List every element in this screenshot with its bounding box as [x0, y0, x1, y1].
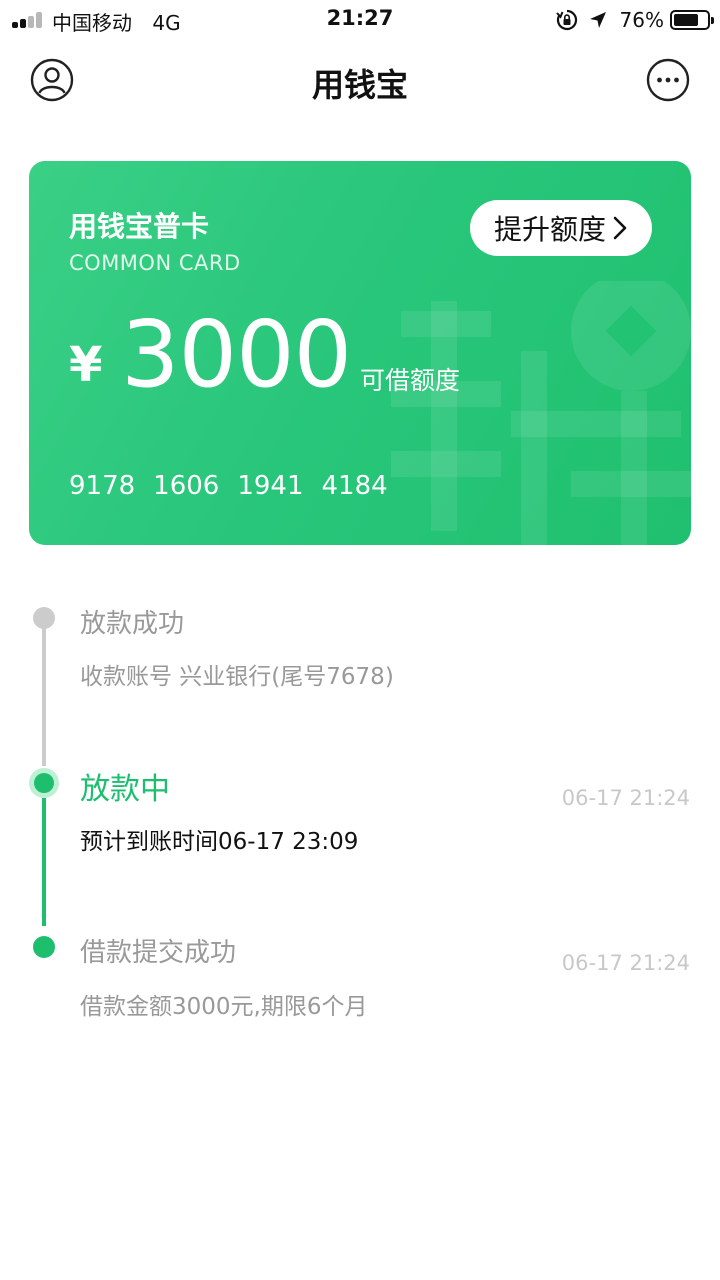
- loan-status-timeline: 放款成功 收款账号 兴业银行(尾号7678) 放款中 预计到账时间06-17 2…: [0, 590, 720, 1050]
- timeline-item-subtitle: 收款账号 兴业银行(尾号7678): [80, 664, 394, 690]
- timeline-connector: [42, 798, 46, 926]
- card-number-group: 1941: [237, 471, 304, 501]
- battery-percent: 76%: [619, 8, 664, 32]
- upgrade-limit-button[interactable]: 提升额度: [470, 200, 652, 256]
- timeline-dot-done: [33, 936, 55, 958]
- timeline-item-title: 放款中: [80, 772, 170, 807]
- card-number: 9178 1606 1941 4184: [69, 471, 406, 501]
- status-bar: 中国移动 4G 21:27 76%: [0, 0, 720, 40]
- credit-amount-label: 可借额度: [360, 366, 461, 395]
- coin-watermark-icon: [391, 281, 691, 545]
- timeline-item-title: 借款提交成功: [80, 938, 237, 968]
- credit-amount: 3000: [121, 301, 352, 408]
- status-right-group: 76%: [555, 6, 714, 34]
- location-arrow-icon: [589, 12, 606, 28]
- timeline-item-time: 06-17 21:24: [561, 951, 690, 975]
- upgrade-limit-label: 提升额度: [493, 213, 606, 246]
- card-title: 用钱宝普卡: [69, 210, 210, 243]
- nav-bar: 用钱宝: [0, 40, 720, 124]
- rotation-lock-icon: [555, 9, 577, 31]
- more-icon[interactable]: [646, 58, 690, 102]
- battery-level-fill: [674, 14, 699, 26]
- timeline-item-title: 放款成功: [80, 609, 185, 639]
- credit-card: 用钱宝普卡 COMMON CARD 提升额度 ¥ 3000 可借额度 9178 …: [29, 161, 691, 545]
- currency-symbol: ¥: [69, 337, 103, 393]
- card-number-group: 4184: [321, 471, 388, 501]
- timeline-dot-pending: [33, 607, 55, 629]
- card-number-group: 9178: [69, 471, 136, 501]
- battery-tip: [711, 17, 714, 24]
- timeline-item-time: 06-17 21:24: [561, 786, 690, 810]
- timeline-item-subtitle: 借款金额3000元,期限6个月: [80, 994, 368, 1020]
- chevron-right-icon: [613, 216, 627, 240]
- timeline-item-subtitle: 预计到账时间06-17 23:09: [80, 829, 359, 855]
- battery-icon: [670, 10, 714, 30]
- timeline-connector: [42, 628, 46, 766]
- page-title: 用钱宝: [311, 66, 408, 104]
- card-subtitle: COMMON CARD: [69, 251, 241, 275]
- card-number-group: 1606: [153, 471, 220, 501]
- timeline-dot-current-inner: [34, 773, 54, 793]
